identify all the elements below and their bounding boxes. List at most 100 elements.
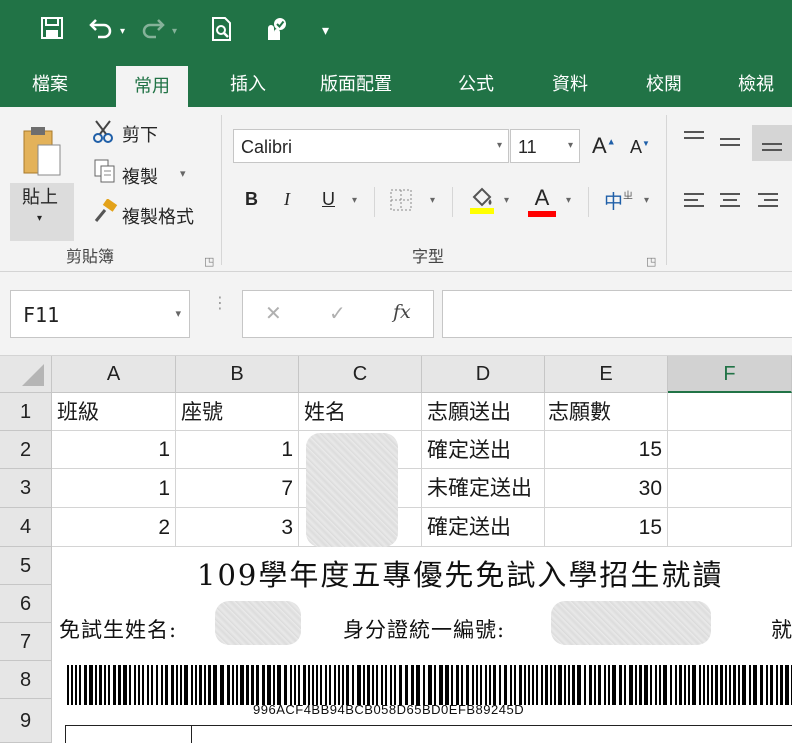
cell-a3[interactable]: 1: [52, 469, 176, 508]
cell-d1[interactable]: 志願送出: [422, 393, 545, 431]
tab-page-layout[interactable]: 版面配置: [320, 70, 392, 96]
tab-home[interactable]: 常用: [116, 66, 188, 107]
clipboard-launcher-icon[interactable]: ◳: [204, 255, 214, 268]
barcode-bar: [612, 665, 616, 705]
cell-a1[interactable]: 班級: [52, 393, 176, 431]
borders-dropdown-icon[interactable]: ▾: [430, 195, 435, 206]
cell-e1[interactable]: 志願數: [545, 393, 668, 431]
phonetic-dropdown-icon[interactable]: ▾: [644, 195, 649, 206]
font-size-dropdown-icon[interactable]: ▾: [568, 140, 573, 151]
row-header-8[interactable]: 8: [0, 661, 52, 699]
align-bottom-icon[interactable]: [752, 125, 792, 161]
cell-e2[interactable]: 15: [545, 431, 668, 469]
paste-dropdown-icon[interactable]: ▾: [37, 213, 42, 224]
format-painter-icon[interactable]: [92, 198, 118, 227]
save-icon[interactable]: [40, 16, 64, 45]
row-header-3[interactable]: 3: [0, 469, 52, 508]
undo-dropdown-icon[interactable]: ▾: [120, 26, 125, 37]
barcode-bar: [262, 665, 265, 705]
font-color-icon[interactable]: A: [528, 185, 556, 217]
tab-data[interactable]: 資料: [552, 70, 588, 96]
grow-font-button[interactable]: A▲: [592, 133, 616, 159]
cell-a4[interactable]: 2: [52, 508, 176, 547]
print-preview-icon[interactable]: [210, 16, 234, 47]
column-header-f[interactable]: F: [668, 356, 792, 393]
row-header-4[interactable]: 4: [0, 508, 52, 547]
redo-icon[interactable]: [140, 16, 166, 45]
name-box-dropdown-icon[interactable]: ▾: [175, 307, 181, 320]
borders-icon[interactable]: [390, 189, 412, 215]
formula-input[interactable]: [442, 290, 792, 338]
fill-color-dropdown-icon[interactable]: ▾: [504, 195, 509, 206]
align-middle-icon[interactable]: [718, 133, 742, 157]
cell-f2[interactable]: [668, 431, 792, 469]
cell-a2[interactable]: 1: [52, 431, 176, 469]
cell-b2[interactable]: 1: [176, 431, 299, 469]
cell-e3[interactable]: 30: [545, 469, 668, 508]
cell-d4[interactable]: 確定送出: [422, 508, 545, 547]
row-header-7[interactable]: 7: [0, 623, 52, 661]
barcode-bar: [655, 665, 657, 705]
font-launcher-icon[interactable]: ◳: [646, 255, 656, 268]
cell-f1[interactable]: [668, 393, 792, 431]
paste-button[interactable]: 貼上 ▾: [10, 117, 74, 241]
cell-b3[interactable]: 7: [176, 469, 299, 508]
cell-c1[interactable]: 姓名: [299, 393, 422, 431]
fill-color-icon[interactable]: [468, 185, 496, 219]
row-header-2[interactable]: 2: [0, 431, 52, 469]
formula-bar-grip-icon[interactable]: ⋮: [212, 296, 228, 312]
touch-mode-icon[interactable]: [262, 16, 290, 47]
cell-b4[interactable]: 3: [176, 508, 299, 547]
row-header-1[interactable]: 1: [0, 393, 52, 431]
row-header-5[interactable]: 5: [0, 547, 52, 585]
cell-e4[interactable]: 15: [545, 508, 668, 547]
tab-review[interactable]: 校閱: [646, 70, 682, 96]
row-header-9[interactable]: 9: [0, 699, 52, 743]
barcode-bar: [298, 665, 300, 705]
font-size-combo[interactable]: 11 ▾: [510, 129, 580, 163]
align-top-icon[interactable]: [682, 129, 706, 153]
font-name-combo[interactable]: Calibri ▾: [233, 129, 509, 163]
align-right-icon[interactable]: [756, 191, 780, 215]
copy-button[interactable]: 複製: [122, 163, 158, 189]
format-painter-button[interactable]: 複製格式: [122, 203, 194, 229]
italic-button[interactable]: I: [284, 189, 290, 210]
cell-d2[interactable]: 確定送出: [422, 431, 545, 469]
underline-dropdown-icon[interactable]: ▾: [352, 195, 357, 206]
select-all-button[interactable]: [0, 356, 52, 393]
column-header-e[interactable]: E: [545, 356, 668, 393]
copy-dropdown-icon[interactable]: ▾: [180, 167, 186, 180]
copy-icon[interactable]: [94, 159, 116, 187]
cell-f4[interactable]: [668, 508, 792, 547]
bold-button[interactable]: B: [245, 189, 258, 210]
phonetic-guide-icon[interactable]: 中ㄓ: [604, 187, 633, 214]
align-center-icon[interactable]: [718, 191, 742, 215]
underline-button[interactable]: U: [322, 189, 335, 210]
redo-dropdown-icon[interactable]: ▾: [172, 26, 177, 37]
column-header-d[interactable]: D: [422, 356, 545, 393]
font-color-dropdown-icon[interactable]: ▾: [566, 195, 571, 206]
shrink-font-button[interactable]: A▼: [630, 137, 650, 158]
tab-file[interactable]: 檔案: [32, 70, 68, 96]
column-header-a[interactable]: A: [52, 356, 176, 393]
row-header-6[interactable]: 6: [0, 585, 52, 623]
align-left-icon[interactable]: [682, 191, 706, 215]
cell-f3[interactable]: [668, 469, 792, 508]
font-name-dropdown-icon[interactable]: ▾: [497, 140, 502, 151]
embedded-document-image[interactable]: 109學年度五專優先免試入學招生就讀 免試生姓名: 身分證統一編號: 就 996…: [53, 547, 792, 743]
cancel-icon[interactable]: ✕: [265, 301, 282, 326]
tab-view[interactable]: 檢視: [738, 70, 774, 96]
column-header-c[interactable]: C: [299, 356, 422, 393]
customize-qat-icon[interactable]: ▾: [322, 22, 329, 39]
tab-insert[interactable]: 插入: [230, 70, 266, 96]
name-box[interactable]: F11 ▾: [10, 290, 190, 338]
cell-b1[interactable]: 座號: [176, 393, 299, 431]
cut-button[interactable]: 剪下: [122, 121, 158, 147]
undo-icon[interactable]: [88, 16, 114, 45]
tab-formulas[interactable]: 公式: [458, 70, 494, 96]
cell-d3[interactable]: 未確定送出: [422, 469, 545, 508]
enter-icon[interactable]: ✓: [329, 301, 346, 326]
insert-function-icon[interactable]: fx: [393, 301, 411, 323]
scissors-icon[interactable]: [92, 119, 118, 149]
column-header-b[interactable]: B: [176, 356, 299, 393]
